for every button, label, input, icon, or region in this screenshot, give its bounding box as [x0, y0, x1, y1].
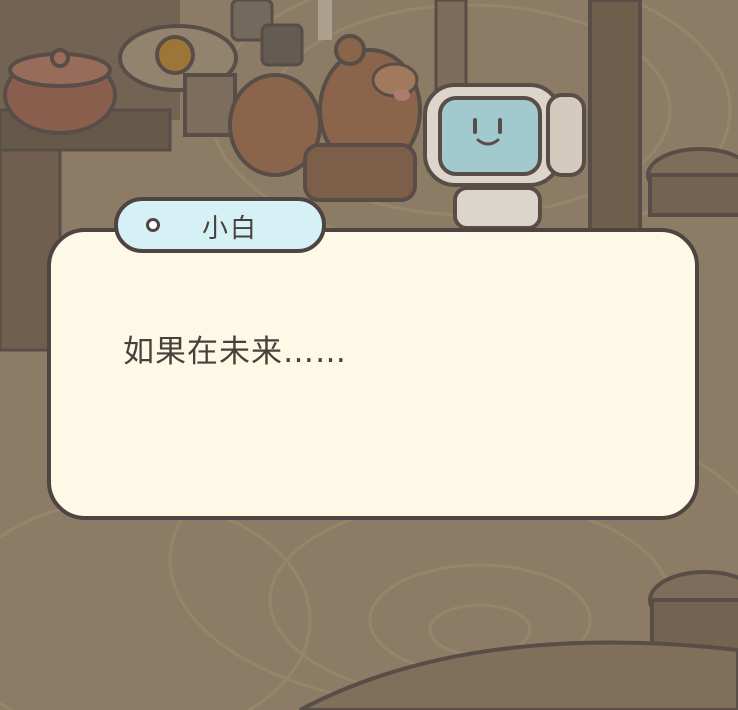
- circle-dot-icon: [146, 218, 160, 232]
- dialog-box[interactable]: 如果在未来……: [47, 228, 699, 520]
- game-scene[interactable]: 如果在未来…… 小白: [0, 0, 738, 710]
- dialog-text: 如果在未来……: [123, 334, 347, 370]
- speaker-name-tag: 小白: [114, 197, 326, 253]
- speaker-name: 小白: [202, 214, 259, 244]
